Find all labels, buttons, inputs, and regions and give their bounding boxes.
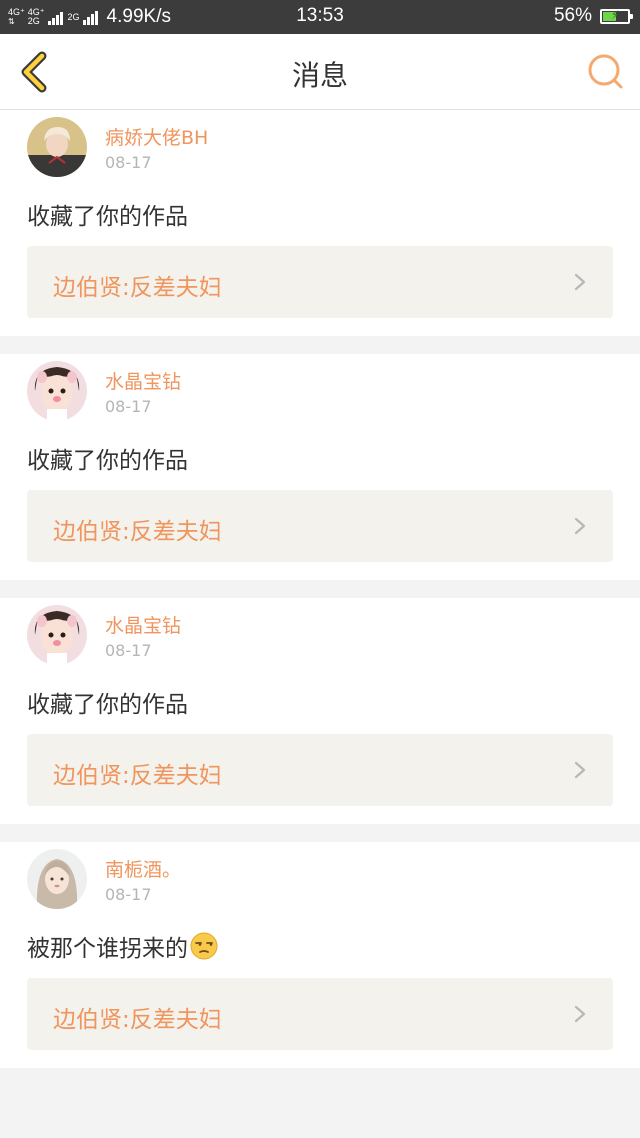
- message-text: 被那个谁拐来的: [27, 929, 218, 963]
- timestamp: 08-17: [105, 885, 152, 904]
- avatar-image-icon: [27, 605, 87, 665]
- message-text-content: 收藏了你的作品: [27, 448, 188, 474]
- user-avatar[interactable]: [27, 361, 87, 421]
- message-text-content: 被那个谁拐来的: [27, 936, 188, 962]
- timestamp: 08-17: [105, 153, 152, 172]
- work-title: 边伯贤:反差夫妇: [53, 275, 222, 301]
- work-title: 边伯贤:反差夫妇: [53, 519, 222, 545]
- avatar-image-icon: [27, 849, 87, 909]
- username[interactable]: 水晶宝钻: [105, 367, 181, 394]
- timestamp: 08-17: [105, 397, 152, 416]
- message-text: 收藏了你的作品: [27, 685, 188, 719]
- message-card: 南栀酒。 08-17 被那个谁拐来的 边伯贤:反差夫妇: [0, 842, 640, 1068]
- work-link[interactable]: 边伯贤:反差夫妇: [27, 246, 613, 318]
- avatar-image-icon: [27, 117, 87, 177]
- work-link[interactable]: 边伯贤:反差夫妇: [27, 734, 613, 806]
- message-text: 收藏了你的作品: [27, 441, 188, 475]
- message-list: 病娇大佬BH 08-17 收藏了你的作品 边伯贤:反差夫妇 水晶宝钻 08-17…: [0, 110, 640, 1086]
- message-card: 水晶宝钻 08-17 收藏了你的作品 边伯贤:反差夫妇: [0, 354, 640, 580]
- user-avatar[interactable]: [27, 849, 87, 909]
- clock: 13:53: [296, 5, 344, 26]
- work-link[interactable]: 边伯贤:反差夫妇: [27, 490, 613, 562]
- username[interactable]: 水晶宝钻: [105, 611, 181, 638]
- avatar-image-icon: [27, 361, 87, 421]
- work-title: 边伯贤:反差夫妇: [53, 763, 222, 789]
- search-icon: [588, 54, 623, 89]
- battery-icon: ⚡: [600, 7, 633, 24]
- user-avatar[interactable]: [27, 117, 87, 177]
- work-link[interactable]: 边伯贤:反差夫妇: [27, 978, 613, 1050]
- unamused-face-emoji-icon: [190, 932, 218, 960]
- chevron-right-icon: [574, 273, 586, 291]
- status-bar: 4G⁺ ⇅ 4G⁺ 2G 2G 4.99K/s 13:53 56% ⚡: [0, 0, 640, 34]
- status-bar-right: 56% ⚡: [553, 5, 633, 27]
- user-avatar[interactable]: [27, 605, 87, 665]
- battery-percent: 56%: [553, 5, 592, 26]
- timestamp: 08-17: [105, 641, 152, 660]
- page-title: 消息: [291, 59, 348, 92]
- username[interactable]: 病娇大佬BH: [105, 123, 208, 150]
- chevron-right-icon: [574, 517, 586, 535]
- message-text-content: 收藏了你的作品: [27, 204, 188, 230]
- chevron-right-icon: [574, 1005, 586, 1023]
- message-card: 水晶宝钻 08-17 收藏了你的作品 边伯贤:反差夫妇: [0, 598, 640, 824]
- search-button[interactable]: [586, 52, 626, 92]
- username[interactable]: 南栀酒。: [105, 855, 181, 882]
- message-text: 收藏了你的作品: [27, 197, 188, 231]
- navigation-bar: 消息: [0, 34, 640, 110]
- charging-bolt-icon: ⚡: [610, 7, 620, 22]
- work-title: 边伯贤:反差夫妇: [53, 1007, 222, 1033]
- message-card: 病娇大佬BH 08-17 收藏了你的作品 边伯贤:反差夫妇: [0, 110, 640, 336]
- chevron-right-icon: [574, 761, 586, 779]
- message-text-content: 收藏了你的作品: [27, 692, 188, 718]
